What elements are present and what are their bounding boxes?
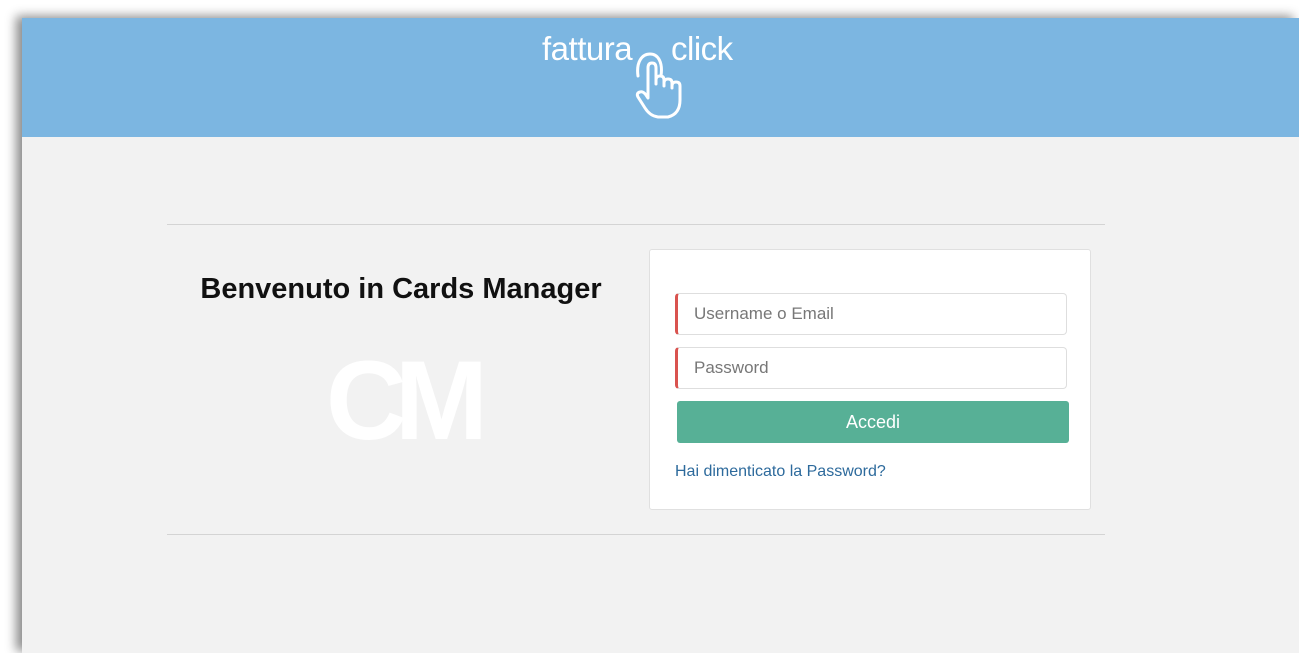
password-input[interactable]: [675, 347, 1067, 389]
header-bar: fattura click: [22, 18, 1299, 137]
brand-logo[interactable]: fattura click: [542, 30, 742, 119]
login-card: Accedi Hai dimenticato la Password?: [649, 249, 1091, 510]
logo-text-right: click: [671, 30, 733, 67]
bottom-divider: [167, 534, 1105, 535]
cm-watermark: CM: [325, 338, 488, 463]
login-button[interactable]: Accedi: [677, 401, 1069, 443]
username-input[interactable]: [675, 293, 1067, 335]
top-divider: [167, 224, 1105, 225]
welcome-title: Benvenuto in Cards Manager: [200, 273, 602, 305]
forgot-password-link[interactable]: Hai dimenticato la Password?: [675, 463, 886, 481]
logo-text-left: fattura: [542, 30, 633, 67]
app-window: fattura click Benvenuto in Cards Manager…: [22, 18, 1299, 653]
